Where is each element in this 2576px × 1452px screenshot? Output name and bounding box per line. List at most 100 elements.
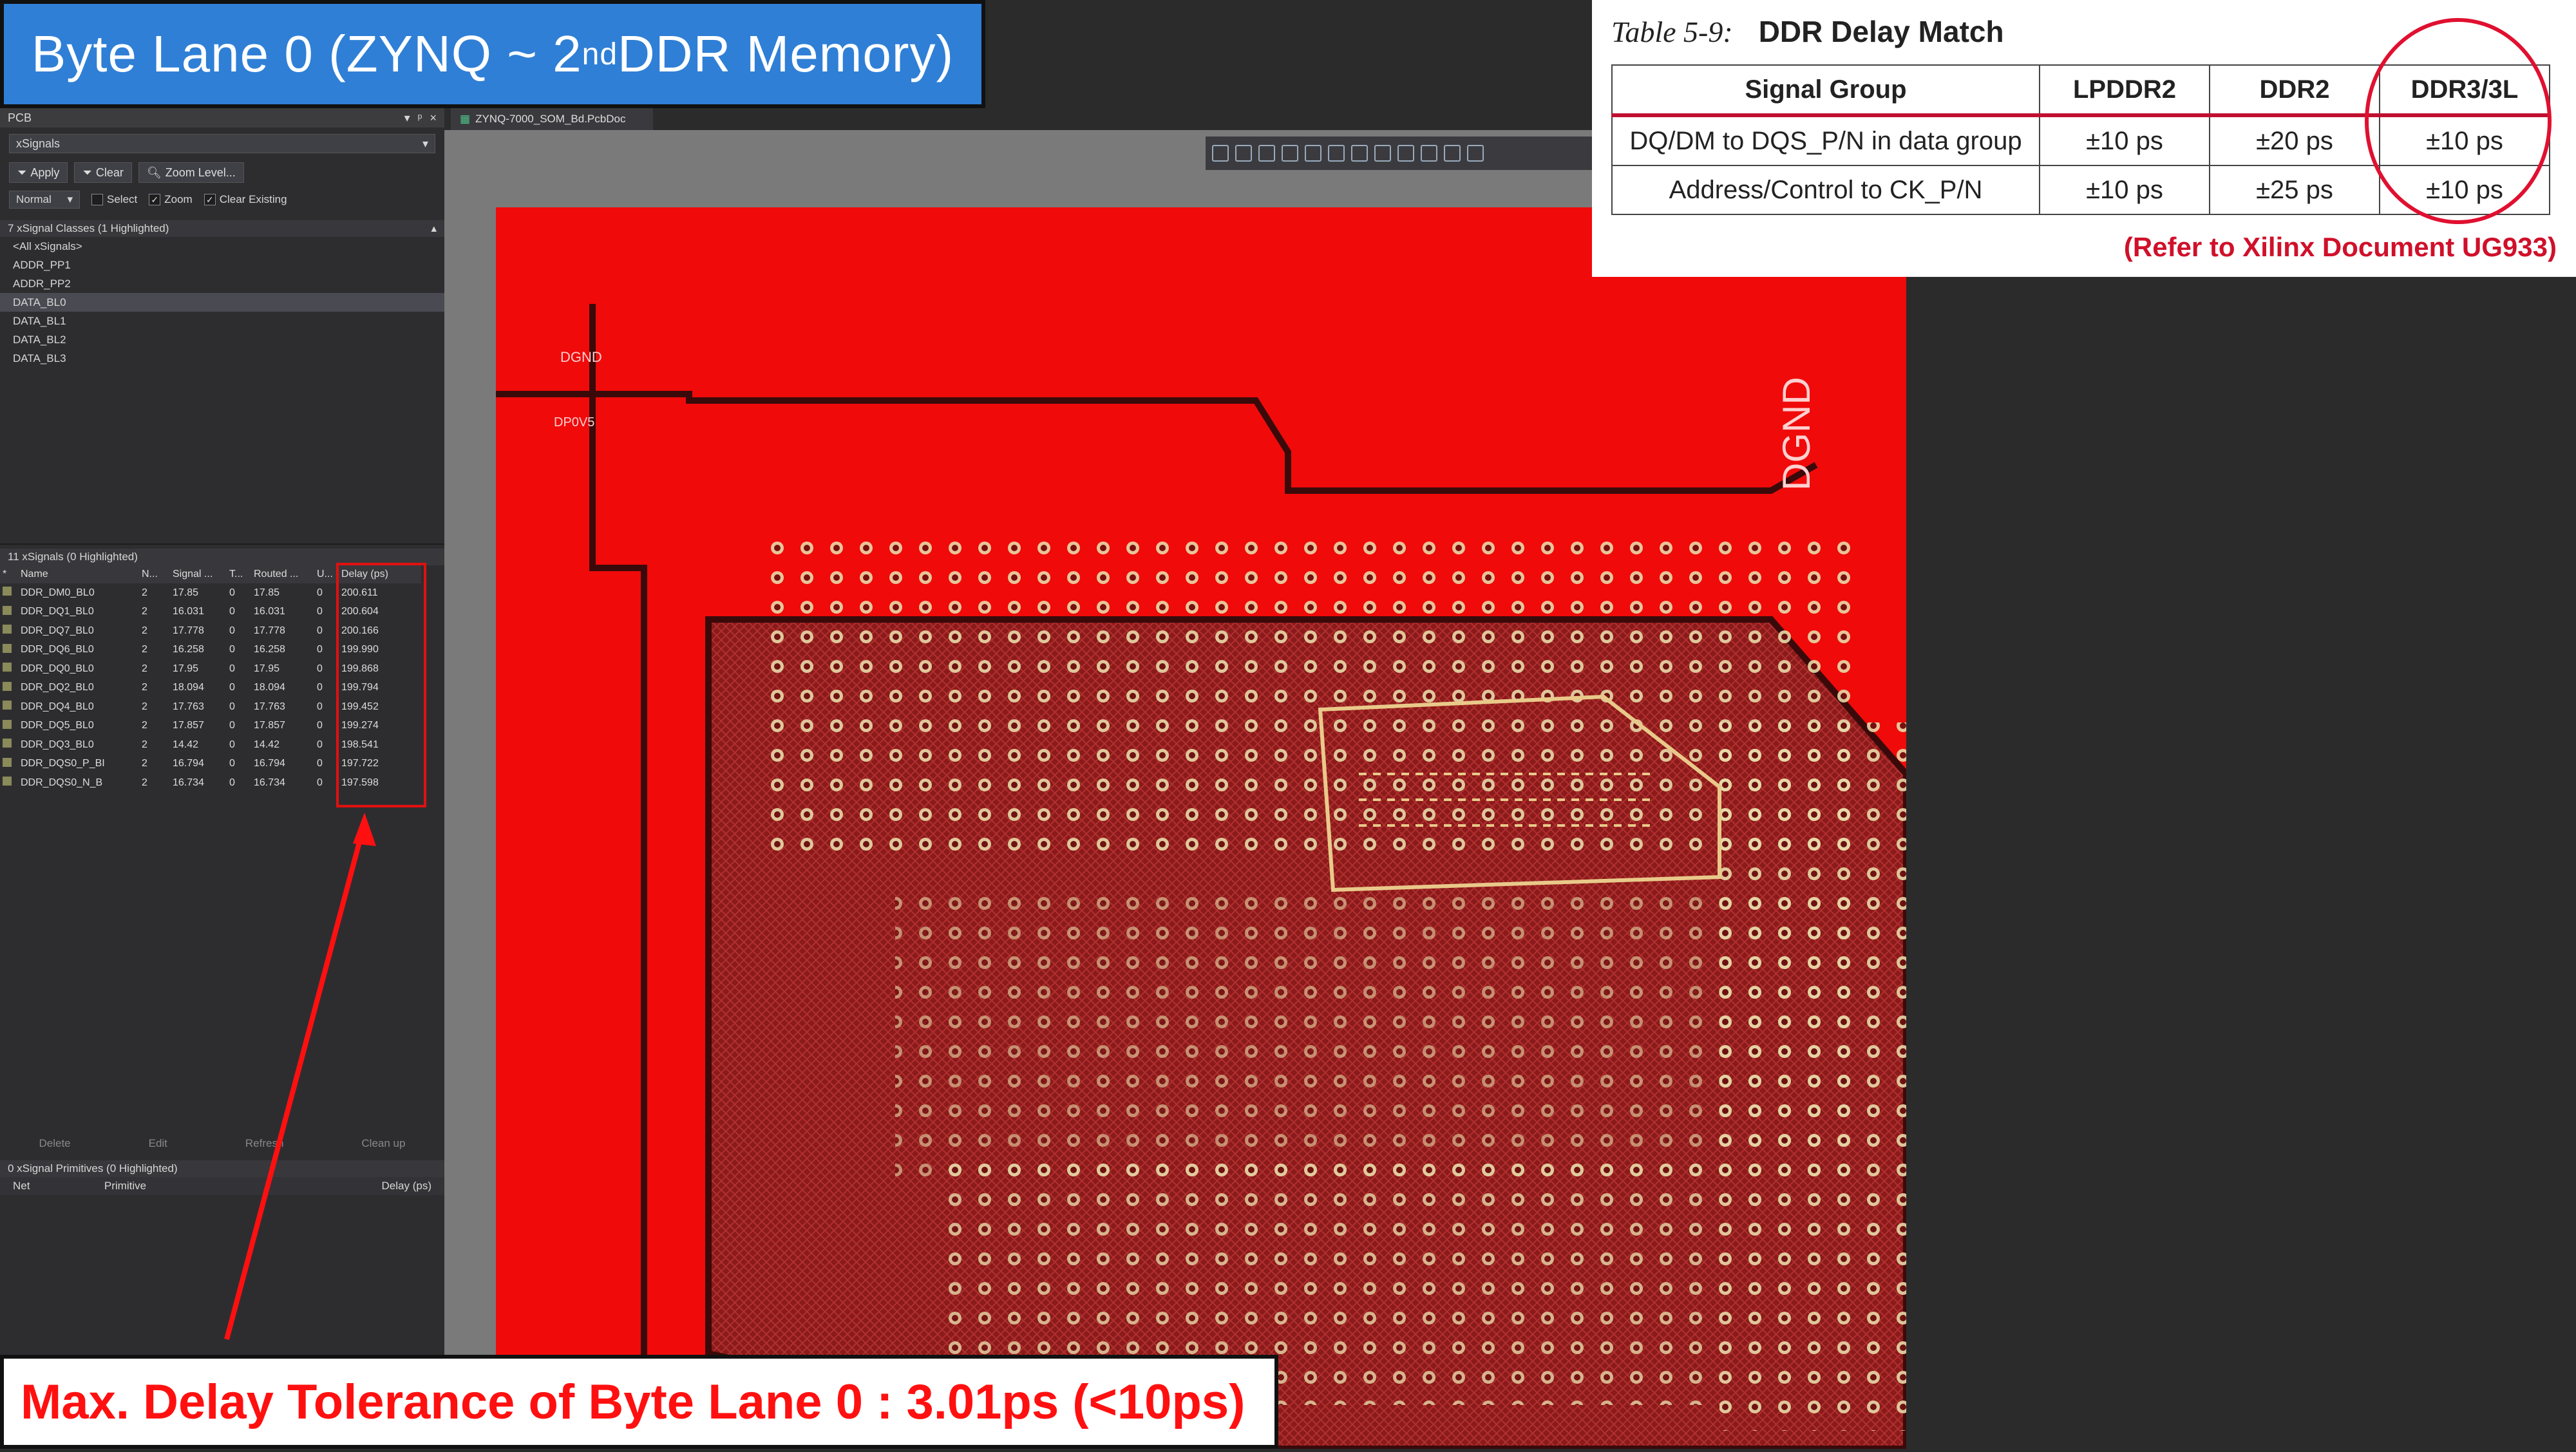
table-cell: 2 xyxy=(142,682,147,693)
document-tab[interactable]: ▦ ZYNQ-7000_SOM_Bd.PcbDoc xyxy=(451,108,653,130)
primitives-header-label: 0 xSignal Primitives (0 Highlighted) xyxy=(8,1162,178,1174)
clean-up-button[interactable]: Clean up xyxy=(361,1137,405,1150)
primitives-columns: Net Primitive Delay (ps) xyxy=(0,1177,444,1195)
table-cell: 0 xyxy=(317,606,323,618)
col-header[interactable]: Signal ... xyxy=(170,565,227,583)
filter-tool-icon[interactable] xyxy=(1212,145,1229,162)
checkbox-box xyxy=(91,194,103,205)
table-cell: 2 xyxy=(142,606,147,618)
table-cell: 2 xyxy=(142,720,147,731)
col-header[interactable]: N... xyxy=(139,565,170,583)
table-caption-title: DDR Delay Match xyxy=(1758,15,2004,48)
zoom-level-label: Zoom Level... xyxy=(165,165,236,179)
refresh-button[interactable]: Refresh xyxy=(245,1137,284,1150)
panel-menu-icon[interactable]: ▾ xyxy=(404,111,410,125)
row-color-swatch xyxy=(0,621,18,641)
class-item-highlighted[interactable]: DATA_BL0 xyxy=(0,293,444,312)
select-rect-icon[interactable] xyxy=(1282,145,1298,162)
fill-tool-icon[interactable] xyxy=(1328,145,1345,162)
mode-dropdown[interactable]: xSignals ▾ xyxy=(9,134,435,153)
panel-close-icon[interactable]: × xyxy=(430,111,437,125)
pcb-toolbar xyxy=(1206,137,1605,170)
title-superscript: nd xyxy=(582,37,618,71)
table-cell: 17.857 xyxy=(173,720,204,731)
table-cell: 17.778 xyxy=(173,625,204,636)
col-header[interactable]: Routed ... xyxy=(251,565,314,583)
clear-filter-icon: ⏷ xyxy=(82,165,92,179)
cross-tool-icon[interactable] xyxy=(1258,145,1275,162)
signal-name-cell: DDR_DQ2_BL0 xyxy=(21,682,94,693)
pcb-layout-svg: DGND DP0V5 DGND xyxy=(496,207,1909,1452)
col-header-lpddr2: LPDDR2 xyxy=(2039,64,2210,116)
col-header-name[interactable]: Name xyxy=(18,565,139,583)
table-cell: 2 xyxy=(142,739,147,750)
table-cell: 14.42 xyxy=(173,739,199,750)
table-cell: 0 xyxy=(317,625,323,636)
col-header-net[interactable]: Net xyxy=(13,1180,30,1193)
table-cell: 2 xyxy=(142,587,147,598)
class-item[interactable]: DATA_BL2 xyxy=(0,330,444,349)
table-cell: 0 xyxy=(229,777,235,788)
table-caption-label: Table 5-9: xyxy=(1611,15,1733,48)
edit-button[interactable]: Edit xyxy=(149,1137,167,1150)
table-cell: 17.763 xyxy=(254,701,285,712)
clear-button[interactable]: ⏷ Clear xyxy=(74,162,132,183)
ddr3-highlight-circle xyxy=(2365,18,2552,224)
col-header-primitive-delay[interactable]: Delay (ps) xyxy=(382,1180,431,1193)
class-item[interactable]: DATA_BL3 xyxy=(0,349,444,368)
pcb-board[interactable]: DGND DP0V5 DGND xyxy=(496,207,1909,1452)
classes-list: <All xSignals> ADDR_PP1 ADDR_PP2 DATA_BL… xyxy=(0,237,444,545)
col-header-ddr2: DDR2 xyxy=(2209,64,2380,116)
col-header[interactable]: U... xyxy=(314,565,339,583)
row-color-swatch xyxy=(0,603,18,622)
col-header[interactable]: T... xyxy=(227,565,251,583)
chart-tool-icon[interactable] xyxy=(1305,145,1321,162)
signal-name-cell: DDR_DQS0_N_B xyxy=(21,777,103,788)
collapse-icon[interactable]: ▴ xyxy=(431,222,437,235)
col-header[interactable]: * xyxy=(0,565,18,583)
select-checkbox[interactable]: Select xyxy=(91,193,137,206)
table-cell: 16.031 xyxy=(173,606,204,618)
signal-name-cell: DDR_DM0_BL0 xyxy=(21,587,95,598)
class-item[interactable]: ADDR_PP2 xyxy=(0,274,444,293)
zoom-checkbox[interactable]: ✓ Zoom xyxy=(149,193,193,206)
delete-button[interactable]: Delete xyxy=(39,1137,70,1150)
table-cell: ±10 ps xyxy=(2039,165,2210,215)
layer-tool-icon[interactable] xyxy=(1421,145,1437,162)
apply-button[interactable]: ⏷ Apply xyxy=(9,162,68,183)
zoom-level-button[interactable]: 🔍︎ Zoom Level... xyxy=(138,162,244,183)
classes-section-header: 7 xSignal Classes (1 Highlighted) ▴ xyxy=(0,220,444,237)
panel-pin-icon[interactable]: ᵖ xyxy=(418,111,422,125)
pcb-document-icon: ▦ xyxy=(460,113,471,125)
document-tab-label: ZYNQ-7000_SOM_Bd.PcbDoc xyxy=(475,113,626,125)
class-item[interactable]: ADDR_PP1 xyxy=(0,256,444,274)
table-cell: 0 xyxy=(229,682,235,693)
table-cell: 17.95 xyxy=(254,663,280,674)
table-cell: 0 xyxy=(317,739,323,750)
table-caption: Table 5-9: DDR Delay Match xyxy=(1611,14,2004,49)
table-cell: 17.85 xyxy=(254,587,280,598)
route-tool-icon[interactable] xyxy=(1235,145,1252,162)
filter-mode-dropdown[interactable]: Normal ▾ xyxy=(9,191,80,209)
line-tool-icon[interactable] xyxy=(1444,145,1461,162)
class-item[interactable]: DATA_BL1 xyxy=(0,312,444,330)
board-label-dp0v5: DP0V5 xyxy=(554,415,594,429)
table-cell: 2 xyxy=(142,644,147,655)
board-label-dgnd: DGND xyxy=(560,349,602,365)
signal-name-cell: DDR_DQ4_BL0 xyxy=(21,701,94,712)
wave-tool-icon[interactable] xyxy=(1374,145,1391,162)
table-cell: 0 xyxy=(317,682,323,693)
clear-existing-checkbox[interactable]: ✓ Clear Existing xyxy=(204,193,287,206)
filter-icon: ⏷ xyxy=(17,165,27,179)
class-item[interactable]: <All xSignals> xyxy=(0,237,444,256)
pen-tool-icon[interactable] xyxy=(1351,145,1368,162)
table-cell: 0 xyxy=(229,587,235,598)
bulb-tool-icon[interactable] xyxy=(1397,145,1414,162)
measure-tool-icon[interactable] xyxy=(1467,145,1484,162)
chevron-down-icon: ▾ xyxy=(422,137,428,150)
signal-name-cell: DDR_DQ6_BL0 xyxy=(21,644,94,655)
table-cell: 16.794 xyxy=(173,758,204,769)
col-header-primitive[interactable]: Primitive xyxy=(104,1180,146,1193)
signals-table-container: * Name N... Signal ... T... Routed ... U… xyxy=(0,563,444,1132)
chevron-down-icon: ▾ xyxy=(67,193,73,205)
